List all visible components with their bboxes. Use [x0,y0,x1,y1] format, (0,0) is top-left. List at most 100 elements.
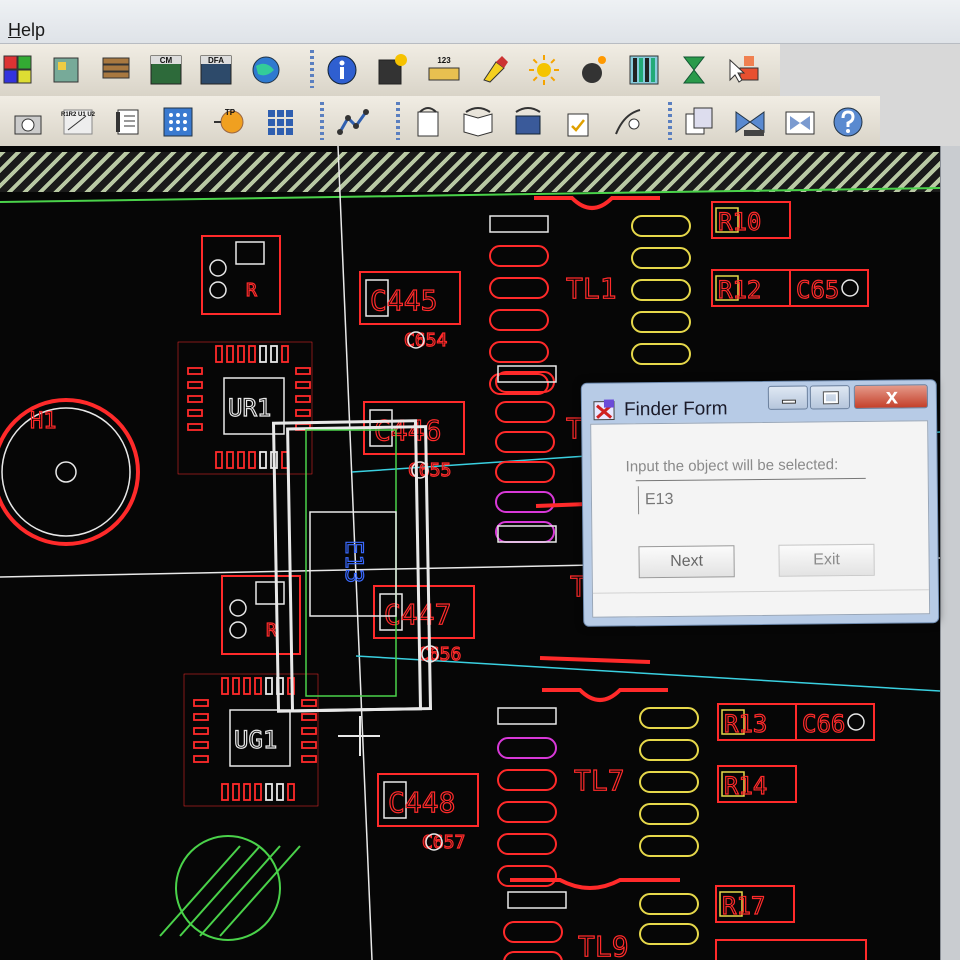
hourglass-icon [682,56,706,84]
mounting-hole-outer[interactable] [0,398,140,546]
transformer-tl7-pad-right[interactable] [639,739,699,761]
transformer-mid-pad[interactable] [495,521,555,543]
check-sheet-button[interactable] [560,104,596,140]
bomb-icon [582,56,606,83]
route-trace-button[interactable] [336,104,372,140]
chip-ur1-pad-right [295,381,311,389]
select-pointer-button[interactable] [726,52,762,88]
transformer-tl7-label: TL7 [574,764,625,797]
transformer-tl7-pad-left[interactable] [497,865,557,887]
close-button[interactable]: x [853,384,929,410]
dot-matrix-button[interactable] [160,104,196,140]
lock-panel-button[interactable] [510,104,546,140]
object-search-input[interactable] [637,483,867,515]
dfa-table-button[interactable]: DFA [198,52,234,88]
transformer-tl7-pad-right[interactable] [639,707,699,729]
bowtie-box-button[interactable] [782,104,818,140]
transformer-tl1-pad-right[interactable] [631,215,691,237]
open-book-button[interactable] [460,104,496,140]
camera-button[interactable] [10,104,46,140]
layer-bars-button[interactable] [626,52,662,88]
cm-table-icon: CM [150,55,182,85]
chip-ur1-pad-top [248,345,256,363]
transformer-tl7-pad-left[interactable] [497,833,557,855]
lock-panel-icon [515,107,541,135]
fiducial-hatch [159,845,241,937]
renumber-icon: R1R2 U1 U2 [61,109,96,135]
dfa-table-label: DFA [208,56,224,65]
transformer-tl1-pad-right[interactable] [631,247,691,269]
dialog-body: Input the object will be selected: Next … [590,420,931,618]
info-button[interactable] [324,52,360,88]
copy-pages-button[interactable] [682,104,718,140]
transformer-tl1-pad-left[interactable] [489,341,549,363]
transformer-mid-pad[interactable] [495,431,555,453]
transformer-mid-pad[interactable] [495,491,555,513]
sun-button[interactable] [526,52,562,88]
transformer-tl7-outline [542,688,668,702]
transformer-tl9-pad-left[interactable] [503,921,563,943]
resistor-block-a-pad [235,241,265,265]
transformer-tl1-pad-right[interactable] [631,279,691,301]
transformer-mid-pad[interactable] [495,401,555,423]
maximize-button[interactable] [809,385,851,410]
next-button[interactable]: Next [638,545,735,579]
transformer-tl7-pad-right[interactable] [639,835,699,857]
resistor-r10-label: R10 [718,208,761,236]
toolbar-separator [396,102,400,140]
transformer-tl7-pad-left[interactable] [497,769,557,791]
chip-ug1-pad-top [243,677,251,695]
bowtie-flag-button[interactable] [732,104,768,140]
transformer-tl7-pad-left[interactable] [497,801,557,823]
chip-ur1-pad-top [281,345,289,363]
transformer-tl1-pad-left[interactable] [489,277,549,299]
component-grid-button[interactable] [0,52,36,88]
transformer-tl1-pad-left[interactable] [489,309,549,331]
mounting-hole-label: H1 [30,409,57,434]
prompt-divider [635,477,866,482]
transformer-mid-pad[interactable] [495,461,555,483]
transformer-tl7-pad-right[interactable] [639,771,699,793]
chip-ug1-label: UG1 [234,726,277,754]
renumber-button[interactable]: R1R2 U1 U2 [60,104,96,140]
bowtie-box-icon [785,111,815,135]
chip-ur1-pad-left [187,423,203,431]
chip-ur1-pad-top [237,345,245,363]
transformer-tl7-pad-left[interactable] [497,737,557,759]
transformer-tl9-pad-left[interactable] [503,951,563,960]
highlight-brush-button[interactable] [476,52,512,88]
globe-button[interactable] [248,52,284,88]
transformer-tl1-pad-right[interactable] [631,311,691,333]
properties-button[interactable] [374,52,410,88]
transformer-tl1-pad-left[interactable] [489,245,549,267]
transformer-tl7-pad-right[interactable] [639,803,699,825]
wire-probe-button[interactable] [610,104,646,140]
bomb-button[interactable] [576,52,612,88]
chip-ur1-pad-right [295,409,311,417]
transformer-tl1-pad-right[interactable] [631,343,691,365]
grid-array-icon [268,110,293,135]
menu-help[interactable]: Help [8,20,45,41]
minimize-button[interactable] [767,385,809,410]
chip-ur1-pad-bottom [226,451,234,469]
bom-stack-button[interactable] [98,52,134,88]
chip-ug1-pad-left [193,741,209,749]
bom-stack-icon [102,57,130,79]
document-list-button[interactable] [110,104,146,140]
hourglass-button[interactable] [676,52,712,88]
help-question-button[interactable] [830,104,866,140]
transformer-tl7-pin1-marker [497,707,557,725]
chip-ug1-pad-bottom [232,783,240,801]
mounting-hole-center [55,461,77,483]
report-clip-button[interactable] [410,104,446,140]
main-toolbar: CM DFA 123 [0,44,780,96]
transformer-tl9-pad-right[interactable] [639,893,699,915]
parts-list-button[interactable] [48,52,84,88]
transformer-tl9-pad-right[interactable] [639,923,699,945]
exit-button[interactable]: Exit [778,543,875,577]
cm-table-button[interactable]: CM [148,52,184,88]
grid-array-button[interactable] [262,104,298,140]
chip-ug1-pad-left [193,699,209,707]
ruler-123-button[interactable]: 123 [426,52,462,88]
tp-node-button[interactable]: TP [212,104,248,140]
